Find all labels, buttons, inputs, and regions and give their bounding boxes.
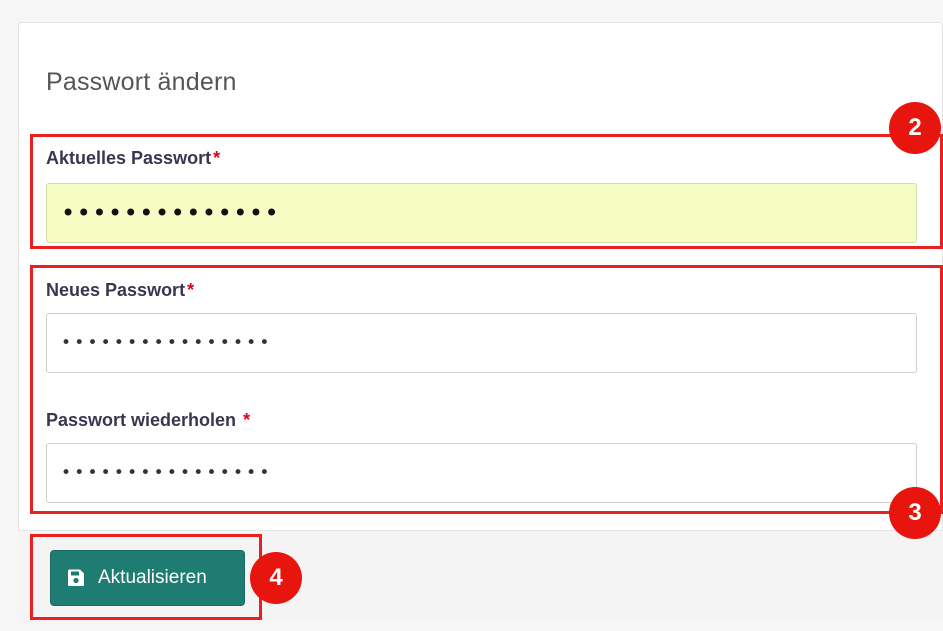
current-password-label: Aktuelles Passwort * xyxy=(46,148,220,169)
repeat-password-value: •••••••••••••••• xyxy=(61,462,273,483)
required-marker: * xyxy=(213,148,221,168)
repeat-password-label: Passwort wiederholen * xyxy=(46,410,250,431)
new-password-label: Neues Passwort * xyxy=(46,280,194,301)
new-password-value: •••••••••••••••• xyxy=(61,332,273,353)
save-icon xyxy=(66,568,86,588)
new-password-input[interactable]: •••••••••••••••• xyxy=(46,313,917,373)
update-button-label: Aktualisieren xyxy=(98,567,207,588)
current-password-label-text: Aktuelles Passwort xyxy=(46,148,212,168)
annotation-badge-2: 2 xyxy=(889,102,941,154)
repeat-password-input[interactable]: •••••••••••••••• xyxy=(46,443,917,503)
required-marker: * xyxy=(243,410,251,430)
page-title: Passwort ändern xyxy=(46,68,237,96)
new-password-label-text: Neues Passwort xyxy=(46,280,186,300)
required-marker: * xyxy=(187,280,195,300)
annotation-badge-3: 3 xyxy=(889,487,941,539)
repeat-password-label-text: Passwort wiederholen xyxy=(46,410,242,430)
annotation-badge-4: 4 xyxy=(250,552,302,604)
update-button[interactable]: Aktualisieren xyxy=(50,550,245,606)
current-password-value: •••••••••••••• xyxy=(61,199,281,227)
current-password-input[interactable]: •••••••••••••• xyxy=(46,183,917,243)
